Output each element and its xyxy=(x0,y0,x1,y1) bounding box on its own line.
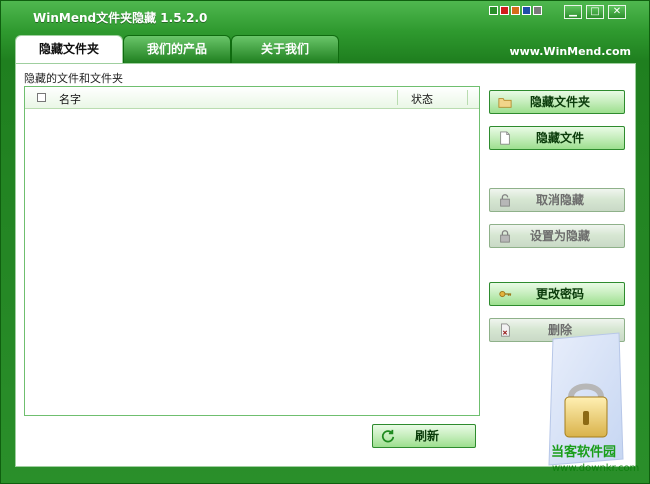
watermark-url: www.downkr.com xyxy=(552,463,640,474)
maximize-button[interactable]: □ xyxy=(586,5,604,19)
hidden-items-list[interactable]: 名字 状态 xyxy=(24,86,480,416)
skin-gray[interactable] xyxy=(533,6,542,15)
skin-red[interactable] xyxy=(500,6,509,15)
delete-file-icon xyxy=(501,323,510,337)
button-label: 隐藏文件夹 xyxy=(529,95,590,109)
unlock-icon xyxy=(500,194,510,207)
column-divider[interactable] xyxy=(467,90,468,105)
skin-green[interactable] xyxy=(489,6,498,15)
minimize-icon: ▁ xyxy=(569,6,577,17)
button-label: 更改密码 xyxy=(535,287,584,301)
column-name[interactable]: 名字 xyxy=(59,91,81,107)
skin-orange[interactable] xyxy=(511,6,520,15)
tab-label: 关于我们 xyxy=(260,42,309,56)
file-icon xyxy=(500,131,510,145)
button-label: 取消隐藏 xyxy=(535,193,584,207)
lock-icon xyxy=(500,230,510,243)
folder-icon xyxy=(498,98,512,108)
hide-folder-button[interactable]: 隐藏文件夹 xyxy=(489,90,625,114)
window-title: WinMend文件夹隐藏 1.5.2.0 xyxy=(33,11,208,25)
column-status[interactable]: 状态 xyxy=(411,91,433,107)
skin-blue[interactable] xyxy=(522,6,531,15)
app-window: WinMend文件夹隐藏 1.5.2.0 ▁ □ ✕ 隐藏文件夹 我们的产品 关… xyxy=(0,0,650,484)
button-label: 刷新 xyxy=(414,429,439,443)
minimize-button[interactable]: ▁ xyxy=(564,5,582,19)
site-link[interactable]: www.WinMend.com xyxy=(509,45,631,58)
skin-selector[interactable] xyxy=(489,6,542,15)
tab-label: 我们的产品 xyxy=(146,42,207,56)
tab-hide-folder[interactable]: 隐藏文件夹 xyxy=(15,35,123,65)
key-icon xyxy=(499,290,512,298)
close-icon: ✕ xyxy=(612,6,622,17)
watermark-brand: 当客软件园 xyxy=(551,445,617,460)
section-label: 隐藏的文件和文件夹 xyxy=(24,72,123,85)
tab-about[interactable]: 关于我们 xyxy=(231,35,339,63)
hide-file-button[interactable]: 隐藏文件 xyxy=(489,126,625,150)
button-label: 设置为隐藏 xyxy=(529,229,590,243)
title-bar[interactable]: WinMend文件夹隐藏 1.5.2.0 ▁ □ ✕ xyxy=(1,1,650,33)
tab-label: 隐藏文件夹 xyxy=(38,42,99,56)
column-divider[interactable] xyxy=(397,90,398,105)
list-header: 名字 状态 xyxy=(25,87,479,109)
close-button[interactable]: ✕ xyxy=(608,5,626,19)
maximize-icon: □ xyxy=(590,6,600,17)
change-password-button[interactable]: 更改密码 xyxy=(489,282,625,306)
refresh-button[interactable]: 刷新 xyxy=(372,424,476,448)
button-label: 隐藏文件 xyxy=(535,131,584,145)
set-hidden-button[interactable]: 设置为隐藏 xyxy=(489,224,625,248)
select-all-checkbox[interactable] xyxy=(37,93,46,102)
refresh-icon xyxy=(381,429,395,443)
unhide-button[interactable]: 取消隐藏 xyxy=(489,188,625,212)
tab-products[interactable]: 我们的产品 xyxy=(123,35,231,63)
